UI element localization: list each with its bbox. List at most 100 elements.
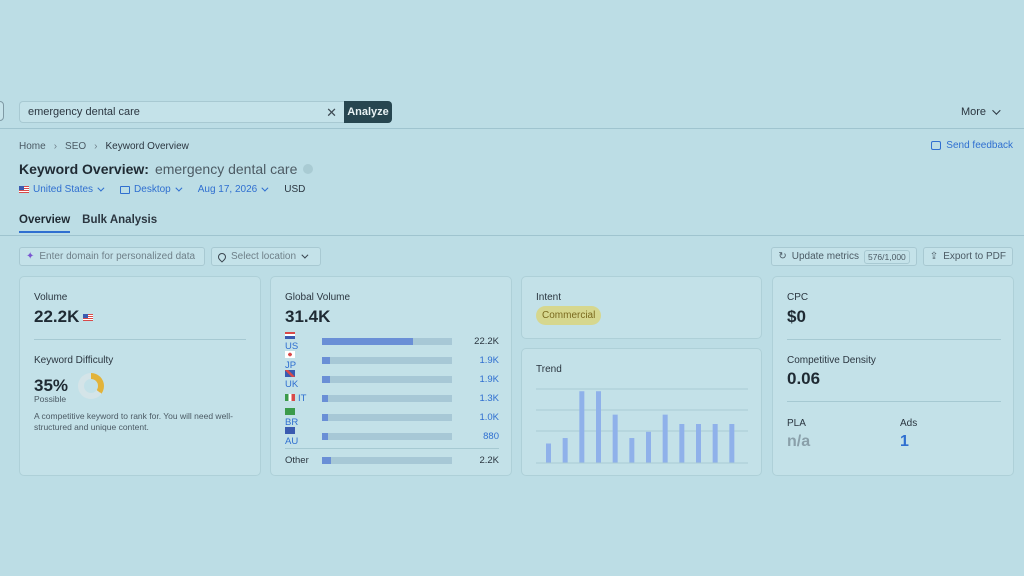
country-filter[interactable]: United States [19,184,105,195]
more-label: More [960,106,986,118]
location-select[interactable]: Select location [211,247,321,266]
gv-bar-fill [322,356,330,364]
refresh-icon: ↻ [778,251,787,262]
gv-row-br[interactable]: BR 1.0K [285,407,499,428]
gv-bar-fill [322,394,328,402]
gv-bar [322,432,452,440]
gv-bar-fill [322,375,330,383]
trend-bar [696,424,701,463]
trend-bar [612,414,618,463]
card-divider [787,401,1001,402]
tab-bar: Overview Bulk Analysis [19,214,157,233]
chevron-down-icon [301,251,309,259]
gv-row-other[interactable]: Other 2.2K [285,454,499,466]
us-flag-icon [19,186,29,193]
desktop-icon [120,185,131,194]
close-icon[interactable]: ✕ [326,106,337,119]
gv-bar-fill [322,413,328,421]
gv-code-label: AU [285,436,299,447]
domain-input[interactable]: ✦ Enter domain for personalized data [19,247,205,266]
card-divider [34,339,246,340]
trend-bar [562,438,568,463]
chevron-right-icon: › [53,141,58,152]
density-label: Competitive Density [787,355,876,366]
us-flag-icon [83,313,94,321]
search-input-value[interactable]: emergency dental care [28,106,326,118]
trend-label: Trend [536,364,562,375]
au-flag-icon [285,426,295,434]
gv-value: 1.0K [479,411,499,423]
ads-value[interactable]: 1 [900,433,909,451]
export-pdf-button[interactable]: ⇪ Export to PDF [922,247,1013,266]
kd-description: A competitive keyword to rank for. You w… [34,411,233,433]
trend-bar [646,431,651,463]
gv-code-label: IT [298,392,307,404]
trend-bar [729,424,735,463]
date-filter-label: Aug 17, 2026 [197,184,258,195]
trend-chart [536,388,748,464]
trend-bar [662,414,668,463]
top-search-bar: emergency dental care ✕ Analyze More [0,97,1024,129]
uk-flag-icon [285,369,295,377]
search-input[interactable]: emergency dental care ✕ [19,101,345,123]
breadcrumb-current: Keyword Overview [105,141,189,152]
trend-card: Trend [521,348,762,476]
trend-bar [579,391,585,463]
us-flag-icon [285,331,295,339]
pla-value: n/a [787,433,811,450]
toolbar-right: ↻ Update metrics 576/1,000 ⇪ Export to P… [771,247,1013,266]
cpc-value: $0 [787,307,806,326]
trend-bar [629,438,635,463]
jp-flag-icon [285,350,295,358]
card-divider [285,448,499,449]
tab-divider [0,235,1024,236]
pla-label: PLA [787,418,806,429]
breadcrumb: Home › SEO › Keyword Overview [19,141,189,152]
gv-row-au[interactable]: AU 880 [285,426,499,447]
density-value: 0.06 [787,369,821,388]
trend-bar [546,443,551,463]
send-feedback-link[interactable]: Send feedback [931,140,1013,151]
gv-other-bar-fill [322,456,332,464]
br-flag-icon [285,407,295,415]
gv-row-us[interactable]: US 22.2K [285,331,499,352]
device-filter[interactable]: Desktop [120,184,183,195]
tab-bulk-analysis[interactable]: Bulk Analysis [82,214,157,233]
gv-country-code: AU [285,425,307,447]
upload-icon: ⇪ [929,251,939,262]
kd-status: Possible [34,394,67,404]
intent-label: Intent [536,292,562,303]
send-feedback-label: Send feedback [946,140,1013,151]
cpc-label: CPC [787,292,809,303]
gv-bar [322,356,452,364]
gv-bar [322,394,452,402]
gv-row-uk[interactable]: UK 1.9K [285,369,499,390]
tab-overview[interactable]: Overview [19,214,71,233]
trend-bar [712,424,718,463]
volume-value: 22.2K [34,307,80,326]
gv-value: 1.9K [479,354,499,366]
trend-bar [596,391,601,463]
location-pin-icon [216,250,228,263]
gv-row-it[interactable]: IT 1.3K [285,392,499,404]
trend-bar [679,424,685,463]
side-panel-toggle[interactable] [0,101,4,121]
location-select-placeholder: Select location [231,251,297,262]
update-metrics-button[interactable]: ↻ Update metrics 576/1,000 [771,247,917,266]
analyze-button[interactable]: Analyze [344,101,392,123]
gv-bar [322,375,452,383]
breadcrumb-home[interactable]: Home [19,141,46,152]
page-title: Keyword Overview: emergency dental care [19,161,314,177]
global-volume-label: Global Volume [285,292,351,303]
info-icon[interactable] [303,164,314,174]
date-filter[interactable]: Aug 17, 2026 [197,184,269,195]
gv-row-jp[interactable]: JP 1.9K [285,350,499,371]
global-volume-value: 31.4K [285,307,331,326]
kd-value: 35% [34,376,69,395]
gv-code-label: UK [285,379,299,390]
breadcrumb-seo[interactable]: SEO [65,141,86,152]
chevron-down-icon [175,184,183,192]
sparkle-icon: ✦ [26,251,35,262]
toolbar-left: ✦ Enter domain for personalized data Sel… [19,247,321,266]
more-menu[interactable]: More [960,106,1001,118]
